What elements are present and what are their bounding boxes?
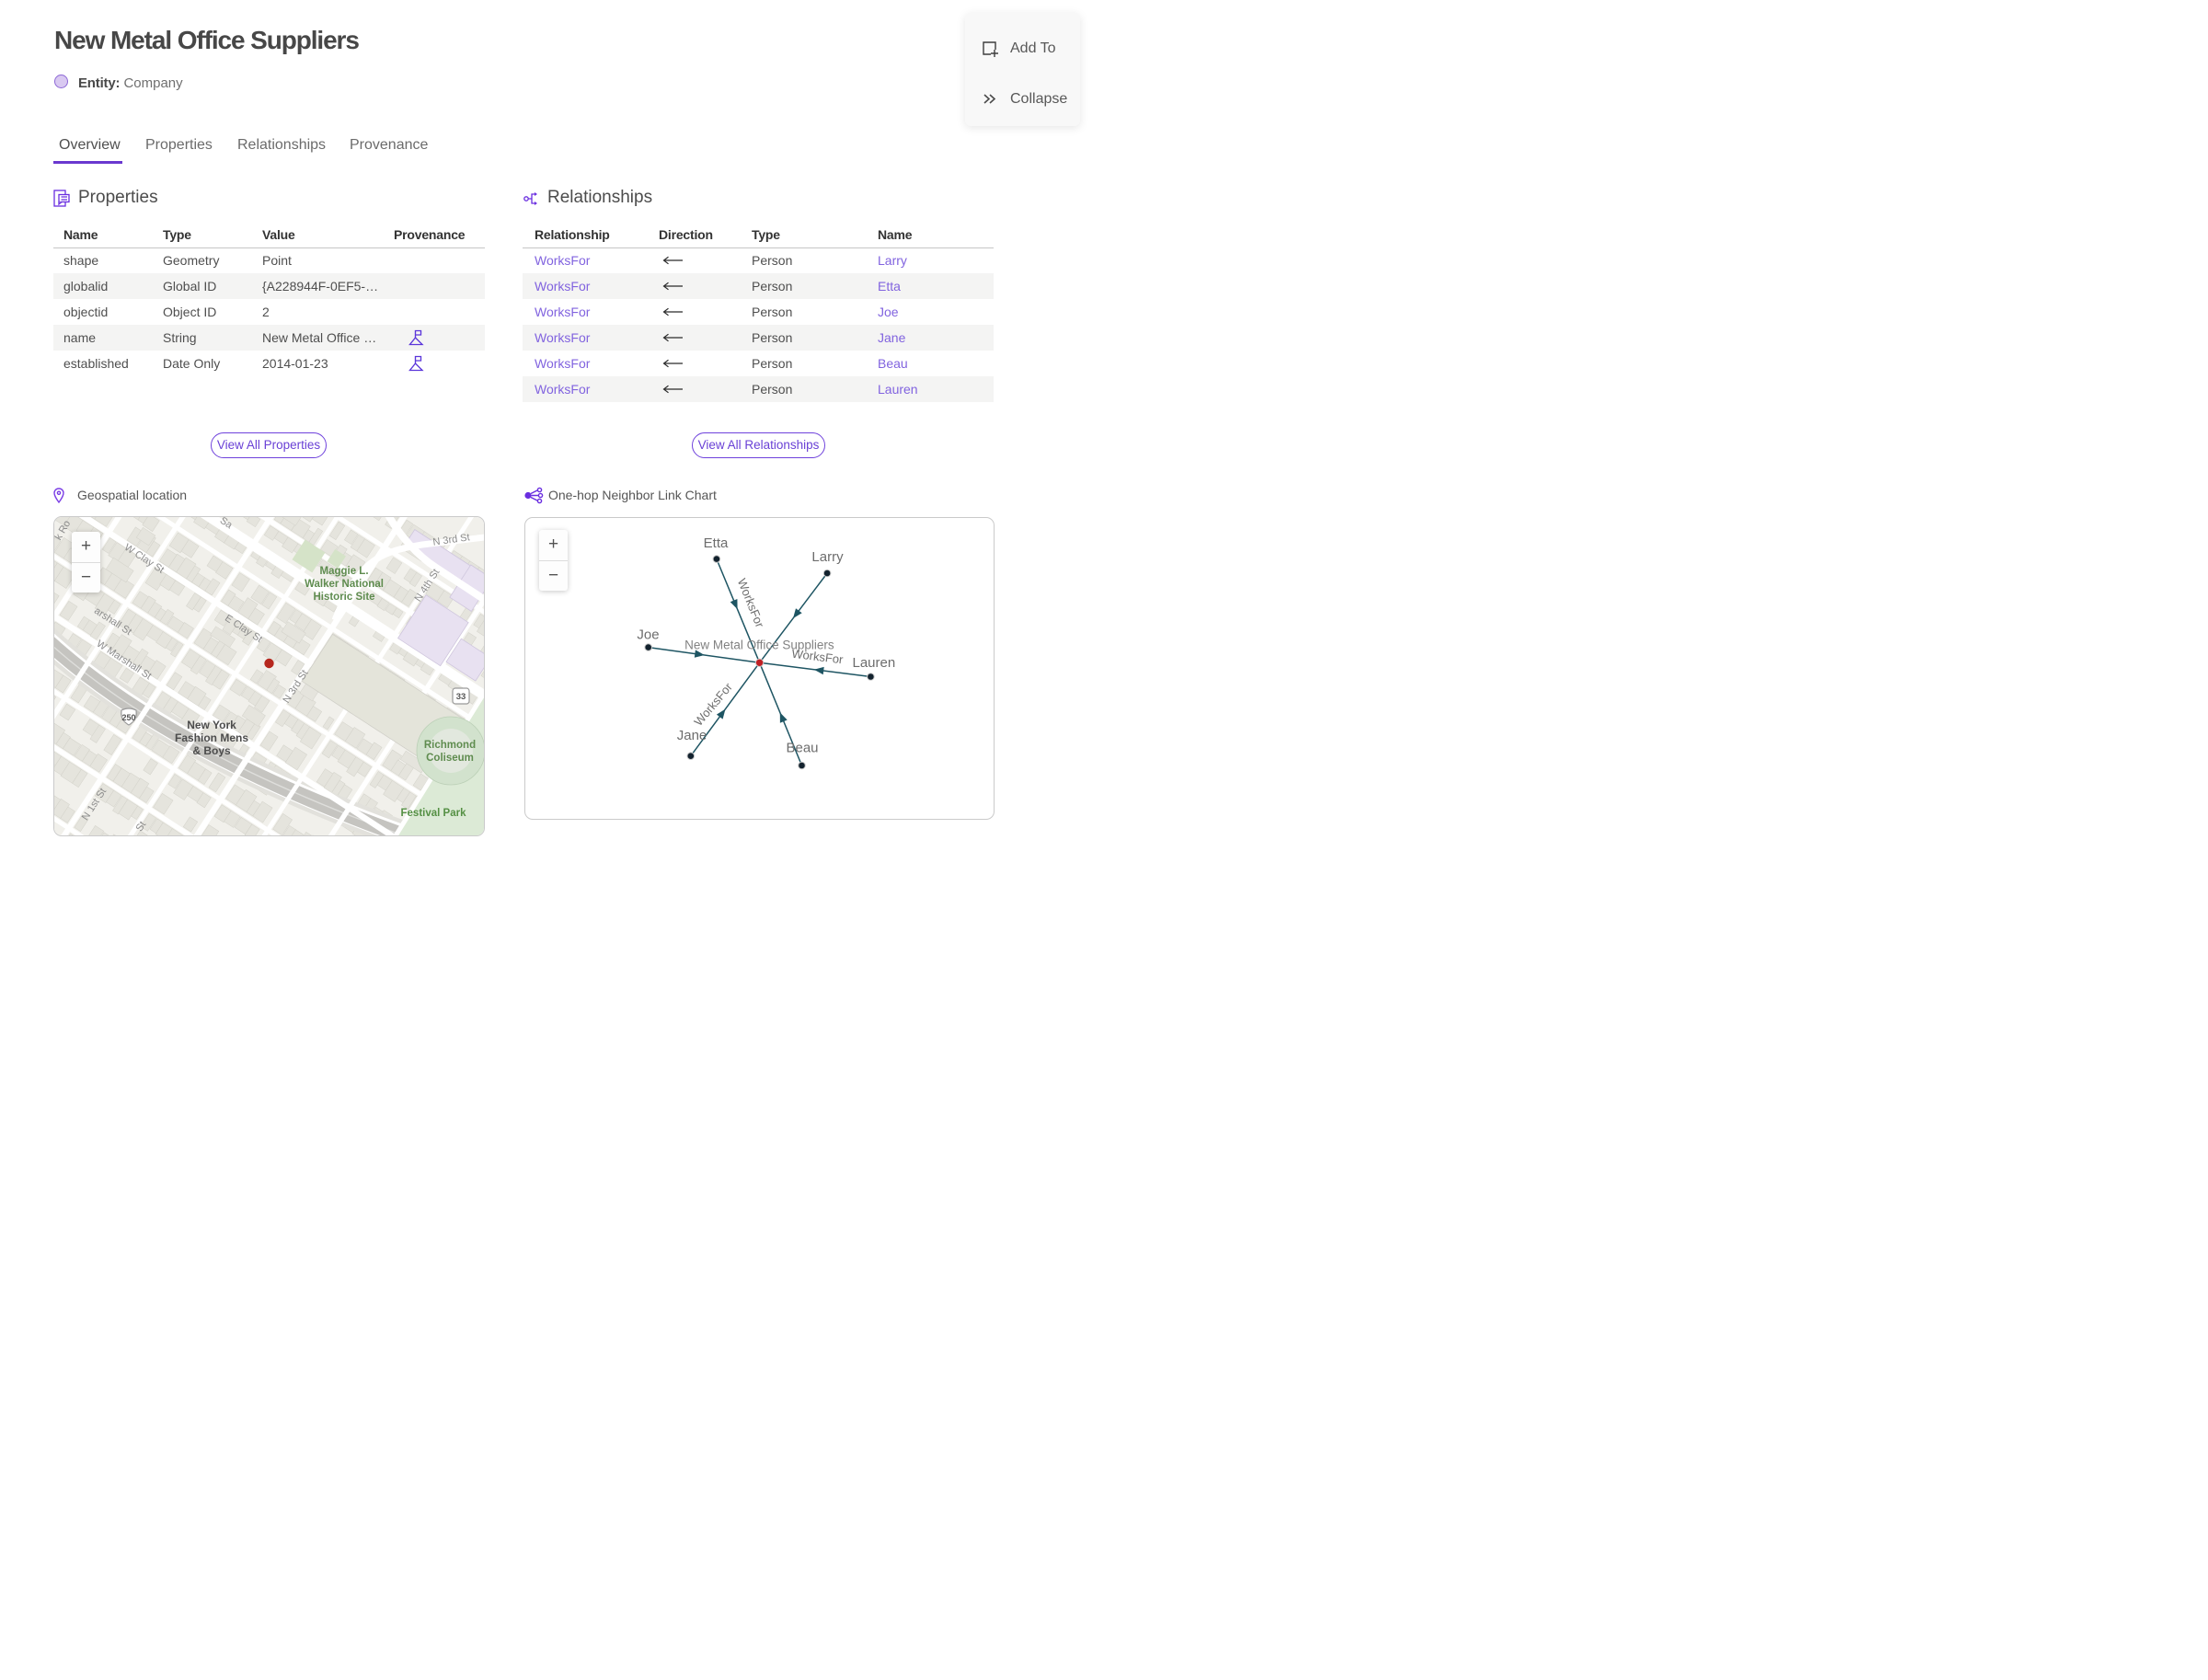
svg-text:New York: New York <box>187 719 236 731</box>
svg-text:Etta: Etta <box>704 535 729 551</box>
svg-text:Festival Park: Festival Park <box>401 808 467 819</box>
svg-text:Coliseum: Coliseum <box>426 753 474 764</box>
svg-text:WorksFor: WorksFor <box>735 576 767 629</box>
svg-text:250: 250 <box>121 713 135 722</box>
svg-text:WorksFor: WorksFor <box>791 647 845 667</box>
svg-text:Richmond: Richmond <box>424 740 476 751</box>
svg-text:Walker National: Walker National <box>305 579 384 590</box>
svg-text:Maggie L.: Maggie L. <box>319 566 368 577</box>
svg-text:Fashion Mens: Fashion Mens <box>175 731 248 744</box>
svg-text:Jane: Jane <box>677 728 707 743</box>
svg-text:33: 33 <box>456 692 466 702</box>
svg-text:Joe: Joe <box>637 627 659 643</box>
svg-text:Historic Site: Historic Site <box>313 592 374 603</box>
svg-text:& Boys: & Boys <box>192 744 231 757</box>
svg-text:Beau: Beau <box>786 741 818 756</box>
svg-text:Larry: Larry <box>811 549 844 565</box>
svg-text:Lauren: Lauren <box>853 655 896 671</box>
